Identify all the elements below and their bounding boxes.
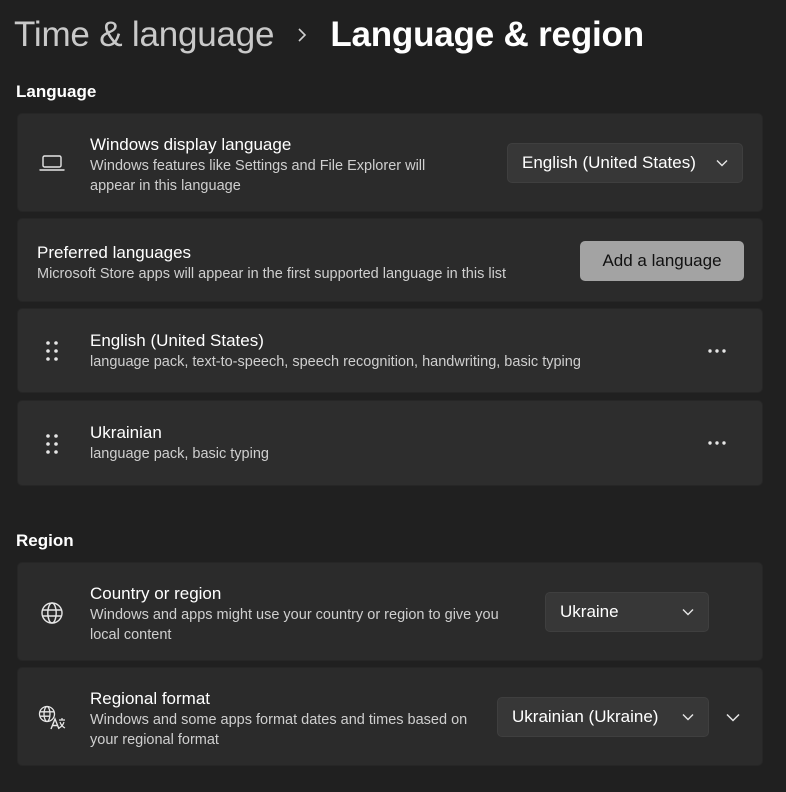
regional-format-card: Regional format Windows and some apps fo… <box>17 667 763 766</box>
preferred-languages-description: Microsoft Store apps will appear in the … <box>37 266 507 282</box>
display-language-card: Windows display language Windows feature… <box>17 113 763 212</box>
country-region-value: Ukraine <box>560 602 619 621</box>
more-options-icon[interactable] <box>701 335 733 367</box>
preferred-languages-card: Preferred languages Microsoft Store apps… <box>17 218 763 302</box>
language-name: English (United States) <box>90 331 264 350</box>
display-language-description: Windows features like Settings and File … <box>90 158 426 194</box>
drag-handle-icon[interactable] <box>42 337 62 365</box>
chevron-down-icon <box>682 606 694 618</box>
preferred-languages-title: Preferred languages <box>37 243 192 262</box>
language-list-item[interactable]: Ukrainian language pack, basic typing <box>17 400 763 486</box>
section-label-region: Region <box>16 531 74 550</box>
regional-format-dropdown[interactable]: Ukrainian (Ukraine) <box>497 697 709 737</box>
country-region-description: Windows and apps might use your country … <box>90 607 499 643</box>
language-features: language pack, basic typing <box>90 446 269 462</box>
drag-handle-icon[interactable] <box>42 430 62 458</box>
regional-format-title: Regional format <box>90 689 211 708</box>
chevron-down-icon <box>716 157 728 169</box>
globe-icon <box>38 599 66 627</box>
display-language-title: Windows display language <box>90 135 292 154</box>
page-title: Language & region <box>330 15 644 54</box>
country-region-card: Country or region Windows and apps might… <box>17 562 763 661</box>
add-language-button[interactable]: Add a language <box>580 241 744 281</box>
regional-format-description: Windows and some apps format dates and t… <box>90 712 468 748</box>
language-list-item[interactable]: English (United States) language pack, t… <box>17 308 763 393</box>
expand-chevron-icon[interactable] <box>719 703 747 731</box>
breadcrumb-parent[interactable]: Time & language <box>14 15 275 55</box>
regional-format-value: Ukrainian (Ukraine) <box>512 707 659 726</box>
breadcrumb: Time & language Language & region <box>14 12 644 58</box>
language-name: Ukrainian <box>90 423 162 442</box>
country-region-dropdown[interactable]: Ukraine <box>545 592 709 632</box>
chevron-down-icon <box>682 711 694 723</box>
more-options-icon[interactable] <box>701 427 733 459</box>
country-region-title: Country or region <box>90 584 222 603</box>
regional-format-icon <box>38 704 66 732</box>
laptop-icon <box>38 149 66 177</box>
display-language-value: English (United States) <box>522 153 696 172</box>
chevron-right-icon <box>296 28 310 42</box>
display-language-dropdown[interactable]: English (United States) <box>507 143 743 183</box>
settings-page: Time & language Language & region Langua… <box>0 0 786 792</box>
section-label-language: Language <box>16 82 97 101</box>
language-features: language pack, text-to-speech, speech re… <box>90 354 581 370</box>
